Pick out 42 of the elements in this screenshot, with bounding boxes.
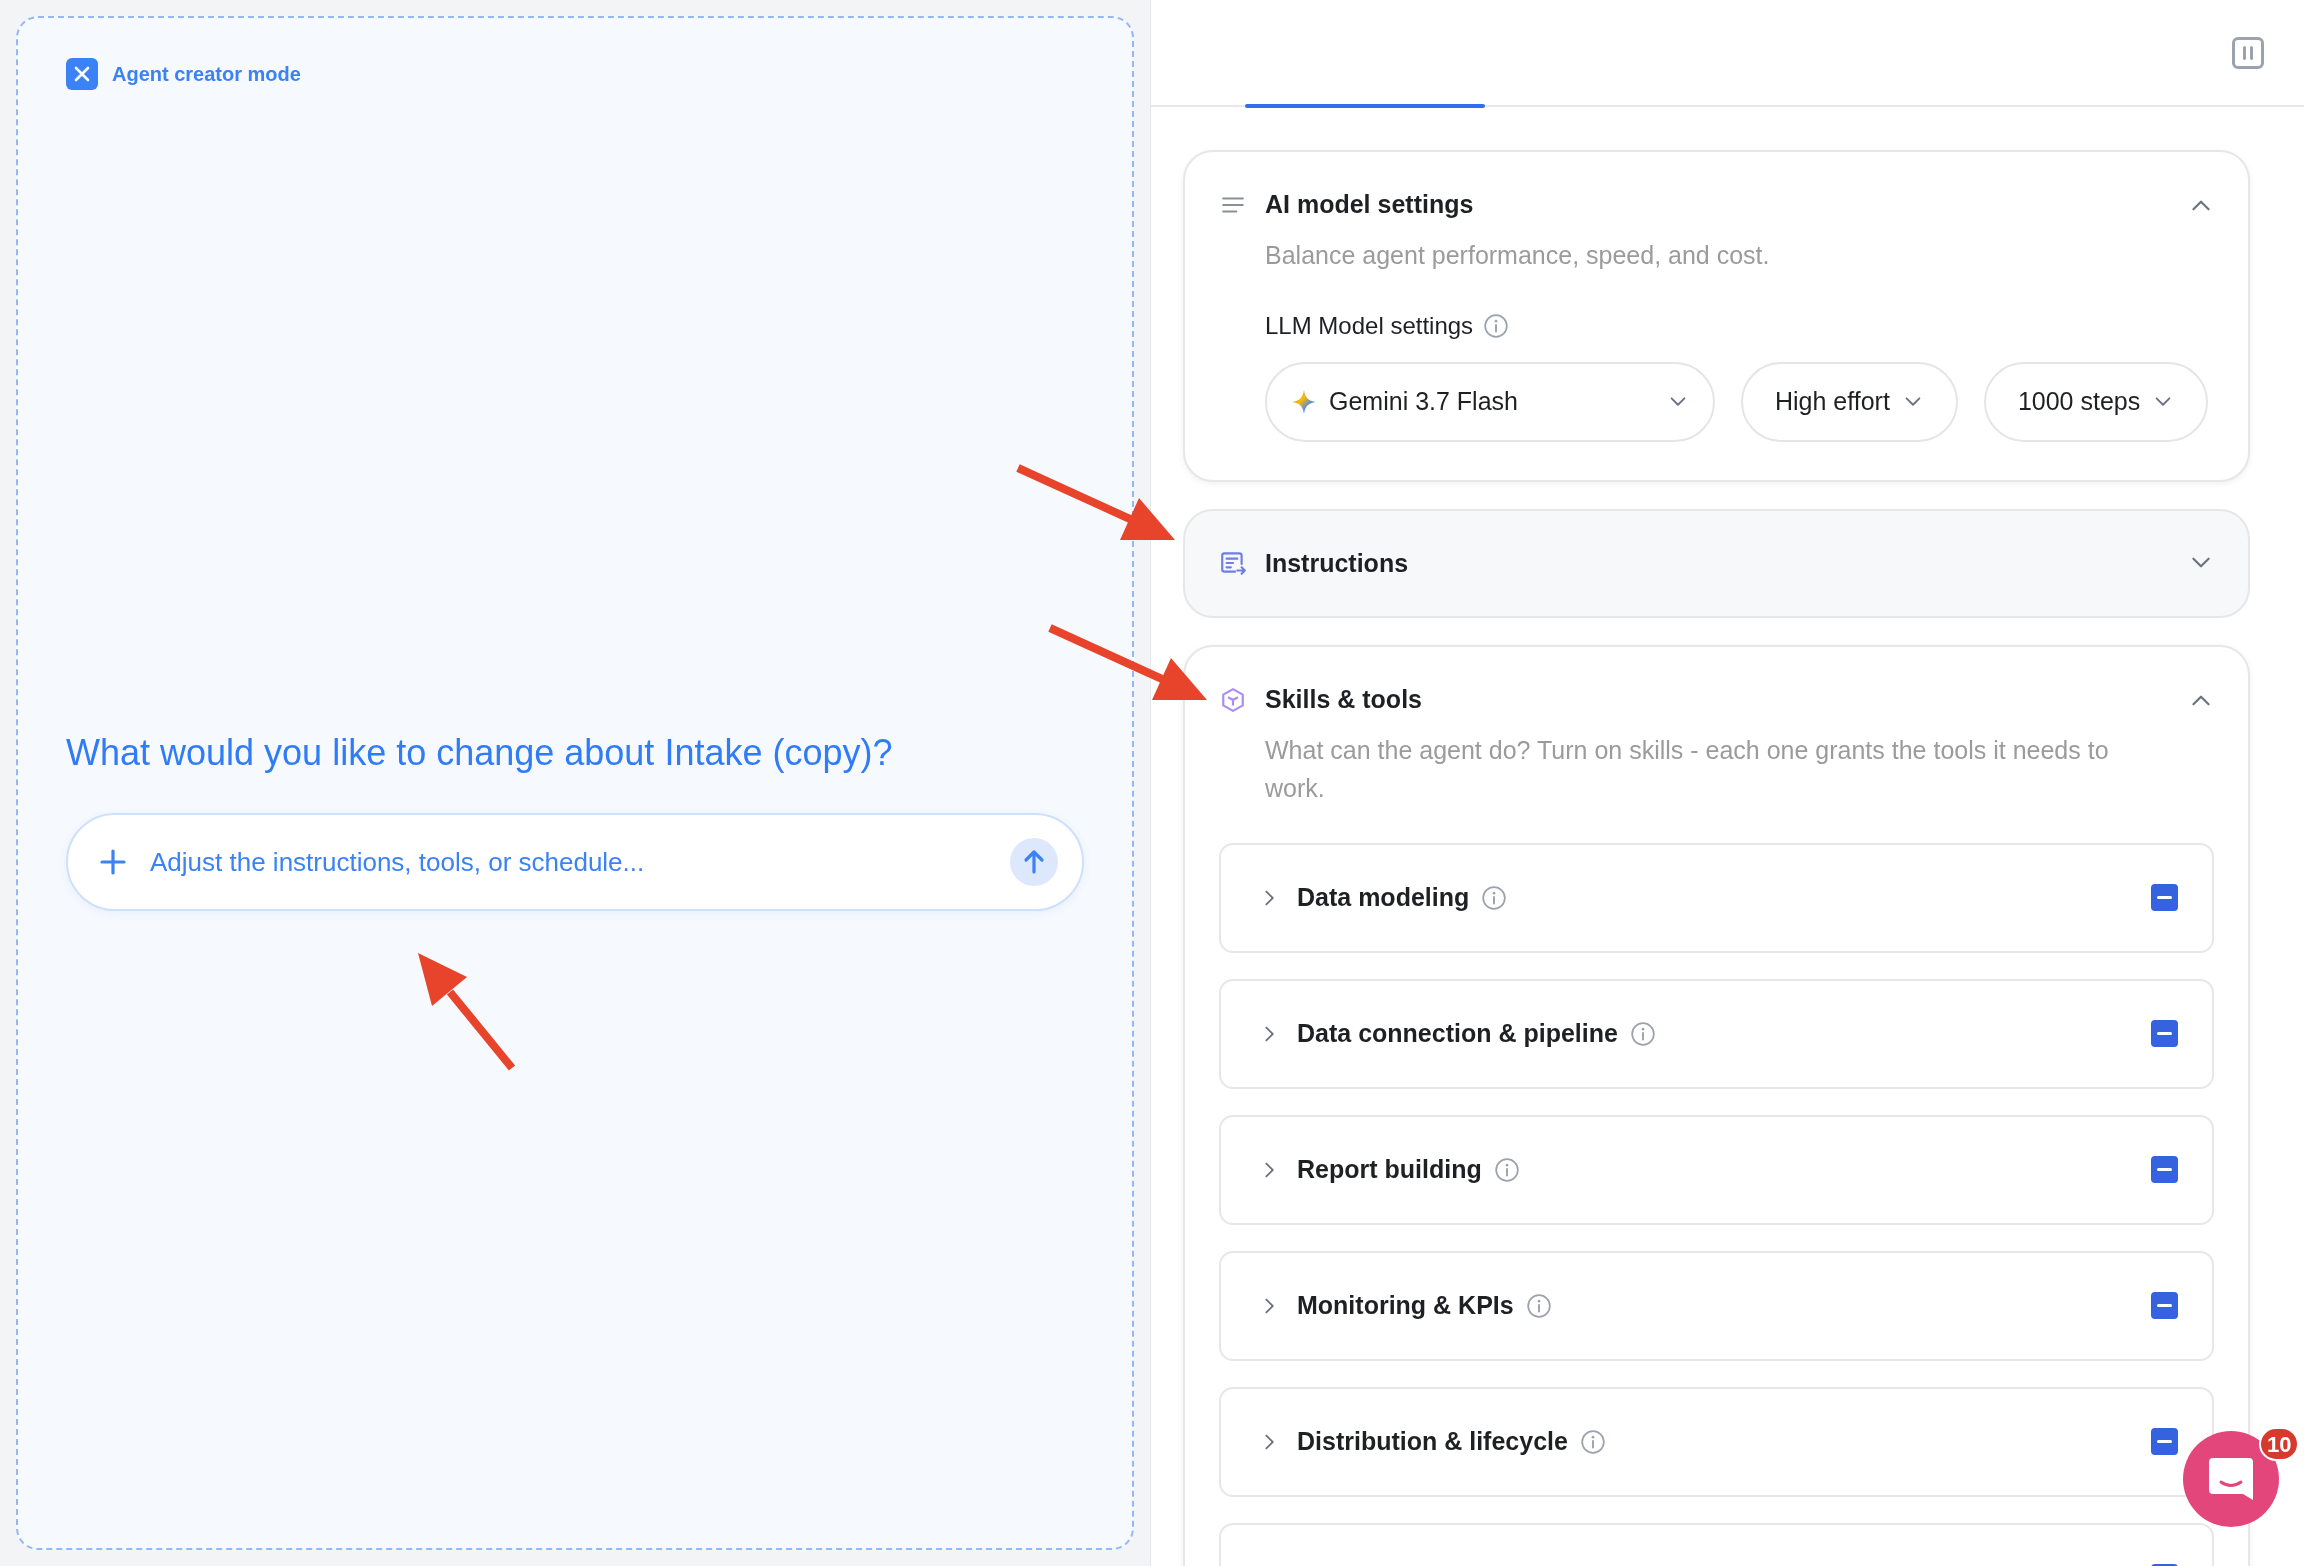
info-icon [1493,1156,1520,1183]
section-description: Balance agent performance, speed, and cost. [1265,239,1771,271]
skill-row[interactable]: Report building [1219,1114,2214,1225]
skill-checkbox[interactable] [2151,1156,2178,1183]
section-description: What can the agent do? Turn on skills - each one grants the tools it needs to work. [1265,734,2110,804]
model-dropdown[interactable]: 1000 steps [1983,361,2209,442]
skill-checkbox[interactable] [2151,884,2178,911]
notification-badge: 10 [2259,1427,2300,1461]
info-icon [1629,1020,1656,1047]
skill-row[interactable]: Data connection & pipeline [1219,978,2214,1089]
skill-checkbox[interactable] [2151,1428,2178,1455]
skill-title: Data connection & pipeline [1297,1017,1618,1049]
field-label: LLM Model settings [1265,310,1474,341]
chat-icon [2207,1456,2255,1502]
model-dropdown[interactable]: High effort [1741,361,1958,442]
info-icon [1483,312,1510,339]
message-field[interactable]: Adjust the instructions, tools, or schedule... [66,813,1084,911]
model-dropdown[interactable]: Gemini 3.7 Flash [1265,361,1715,442]
section-title: Skills & tools [1265,684,1423,715]
section-title: Instructions [1265,547,1410,579]
info-icon [1525,1292,1552,1319]
sidebar-toggle-icon[interactable] [2232,36,2264,69]
send-button[interactable] [1010,838,1058,886]
skill-title: Monitoring & KPIs [1297,1289,1514,1321]
cube-icon [1220,686,1246,713]
plus-icon[interactable] [98,847,128,877]
message-input[interactable]: Adjust the instructions, tools, or schedule... [150,842,988,882]
document-icon [1219,549,1247,578]
skill-checkbox[interactable] [2151,1292,2178,1319]
question-heading: What would you like to change about Intake (copy)? [66,731,894,775]
close-button[interactable] [66,58,98,90]
skill-row[interactable]: Distribution & lifecycle [1219,1386,2214,1497]
skill-title: Report building [1297,1153,1482,1185]
info-icon [1579,1428,1606,1455]
mode-label: Agent creator mode [112,62,301,87]
skill-title: Data modeling [1297,881,1470,913]
section-title: AI model settings [1265,189,1475,220]
info-icon [1481,884,1508,911]
skill-row[interactable]: Monitoring & KPIs [1219,1250,2214,1361]
skill-title: Distribution & lifecycle [1297,1425,1568,1457]
skill-row[interactable]: Data modeling [1219,842,2214,953]
skill-checkbox[interactable] [2151,1020,2178,1047]
